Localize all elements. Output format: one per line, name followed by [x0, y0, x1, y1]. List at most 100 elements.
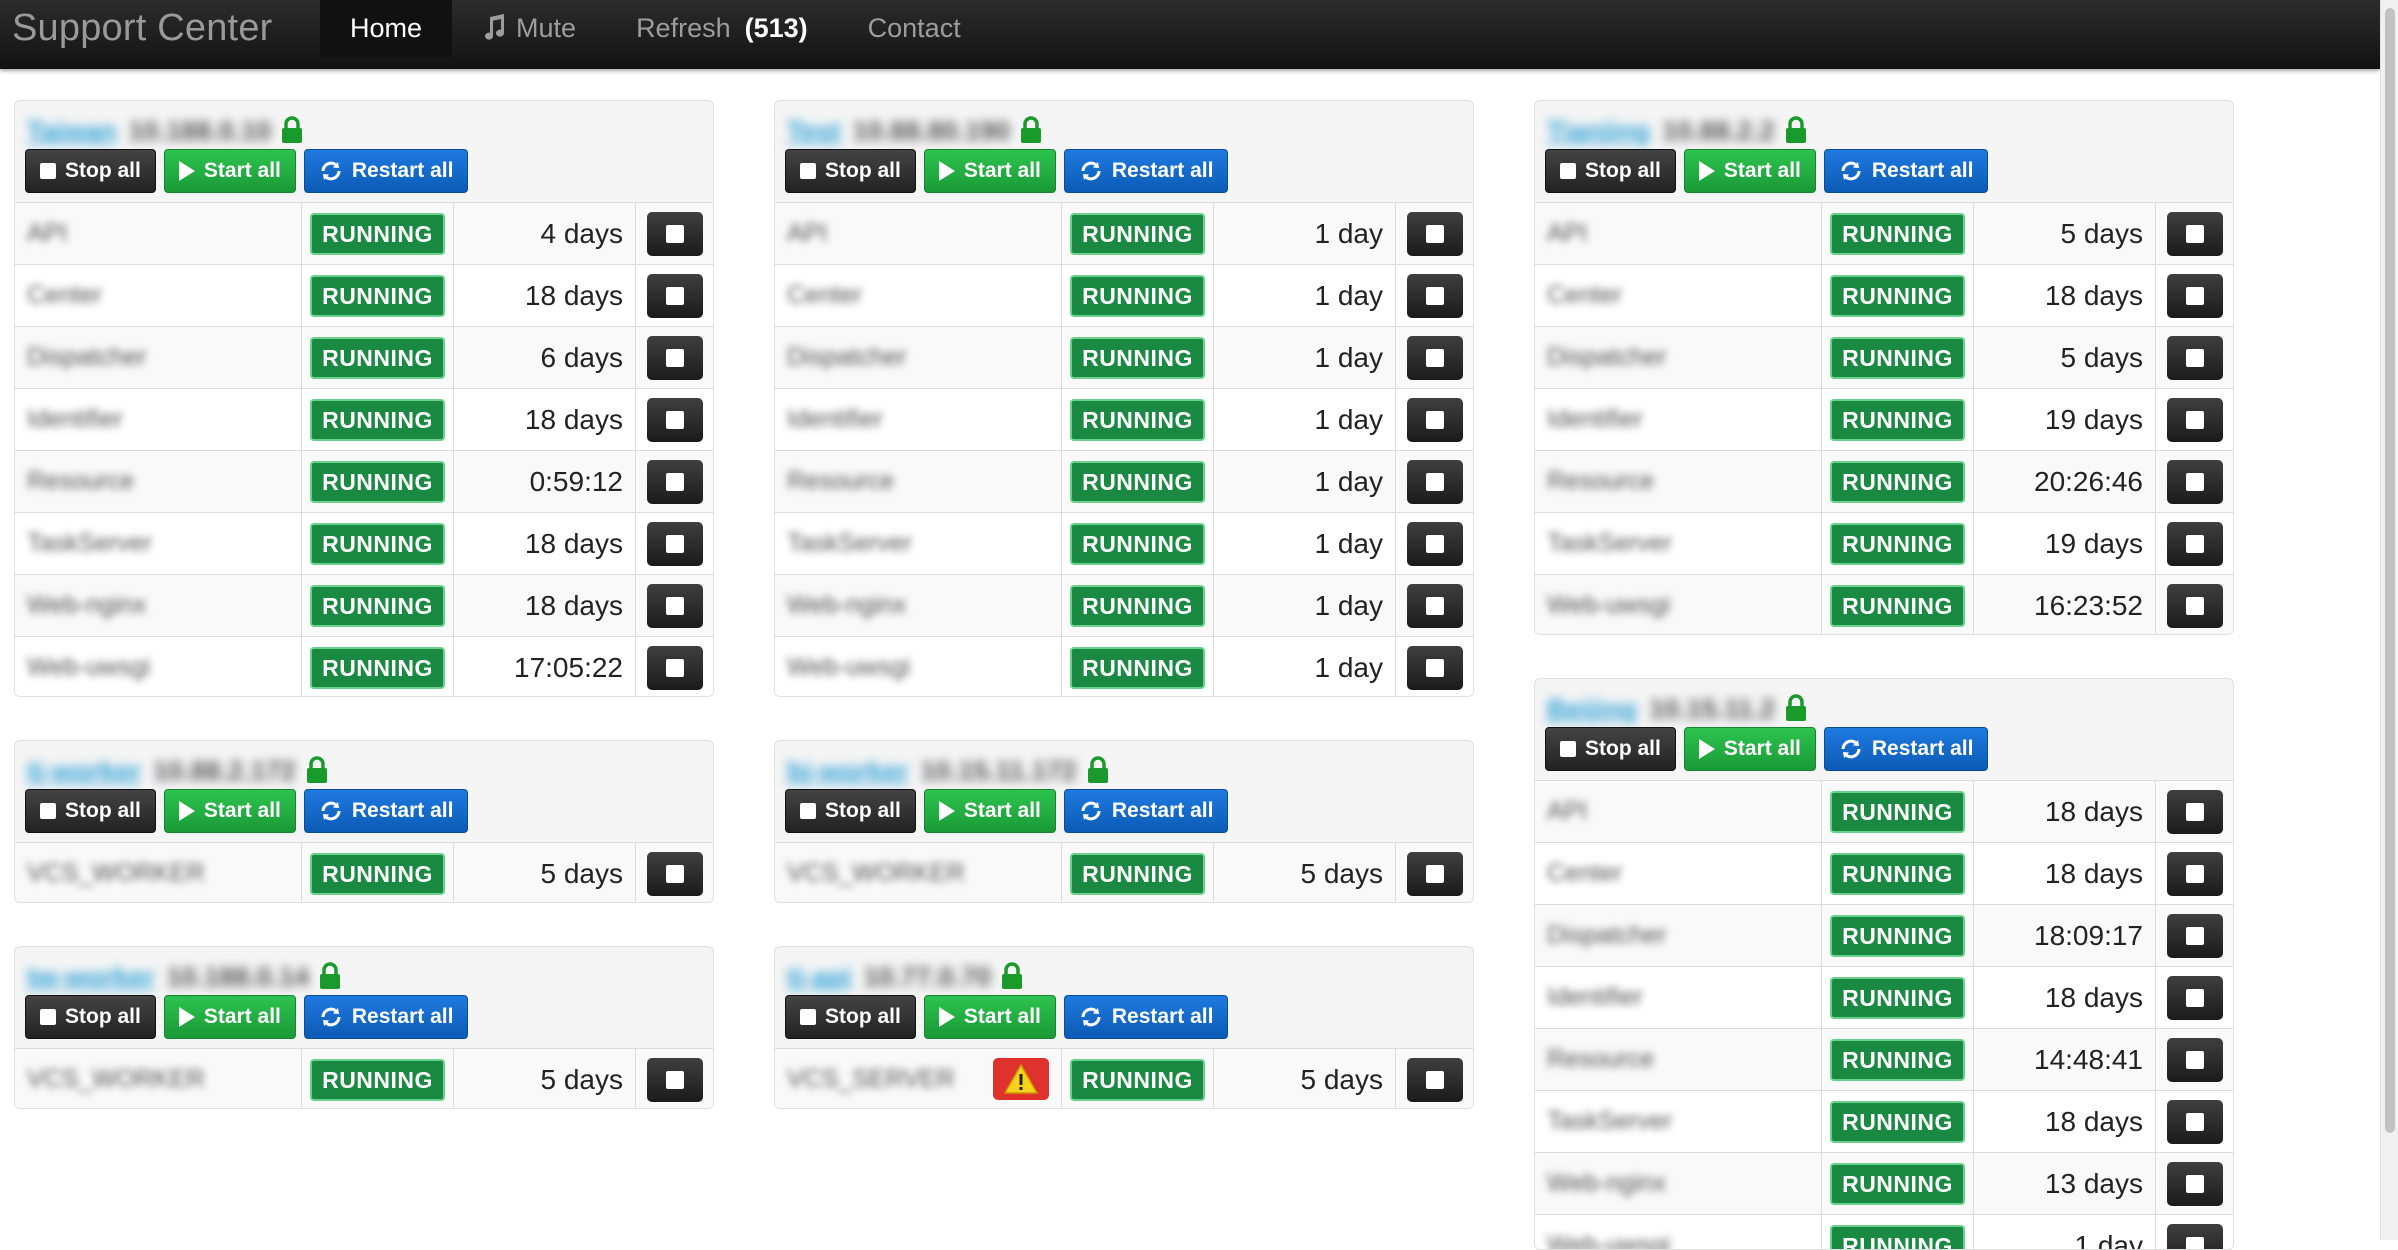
host-name-link[interactable]: tw-worker [27, 962, 155, 992]
stop-all-button[interactable]: Stop all [25, 149, 156, 193]
stop-service-button[interactable] [647, 1058, 703, 1102]
stop-all-button[interactable]: Stop all [785, 149, 916, 193]
action-cell [2155, 451, 2233, 512]
stop-service-button[interactable] [2167, 398, 2223, 442]
stop-icon [800, 163, 816, 179]
stop-service-button[interactable] [2167, 584, 2223, 628]
stop-service-button[interactable] [1407, 646, 1463, 690]
host-name-link[interactable]: Beijing [1547, 694, 1637, 724]
stop-service-button[interactable] [647, 274, 703, 318]
stop-service-button[interactable] [647, 852, 703, 896]
status-cell: RUNNING [1821, 967, 1973, 1028]
stop-service-button[interactable] [647, 522, 703, 566]
start-all-button[interactable]: Start all [164, 995, 296, 1039]
stop-service-button[interactable] [647, 398, 703, 442]
stop-service-button[interactable] [2167, 212, 2223, 256]
panel-actions: Stop allStart allRestart all [785, 995, 1228, 1039]
stop-service-button[interactable] [2167, 852, 2223, 896]
nav-mute[interactable]: Mute [452, 0, 606, 57]
uptime: 1 day [1213, 203, 1395, 264]
restart-all-button[interactable]: Restart all [1064, 789, 1229, 833]
stop-all-button[interactable]: Stop all [1545, 149, 1676, 193]
host-title: bj-worker10.15.11.172 [787, 751, 1109, 791]
stop-all-button[interactable]: Stop all [785, 789, 916, 833]
start-all-button[interactable]: Start all [164, 149, 296, 193]
restart-all-button[interactable]: Restart all [1824, 727, 1989, 771]
stop-service-button[interactable] [2167, 1224, 2223, 1250]
uptime: 18 days [453, 513, 635, 574]
panel-header: Tianjing10.88.2.2Stop allStart allRestar… [1535, 101, 2233, 202]
restart-all-button[interactable]: Restart all [304, 149, 469, 193]
stop-service-button[interactable] [2167, 976, 2223, 1020]
stop-service-button[interactable] [1407, 336, 1463, 380]
host-name-link[interactable]: bj-worker [787, 756, 909, 786]
stop-service-button[interactable] [1407, 852, 1463, 896]
restart-all-button[interactable]: Restart all [1064, 149, 1229, 193]
page-scrollbar[interactable] [2380, 0, 2398, 1240]
stop-service-button[interactable] [1407, 460, 1463, 504]
start-all-button[interactable]: Start all [924, 995, 1056, 1039]
host-name-link[interactable]: Taiwan [27, 116, 117, 146]
stop-all-button[interactable]: Stop all [25, 995, 156, 1039]
host-ip: 10.77.0.70 [864, 962, 992, 992]
top-navbar: Support Center Home Mute Refresh(513) Co… [0, 0, 2380, 69]
status-badge: RUNNING [1830, 1163, 1965, 1205]
stop-service-button[interactable] [2167, 522, 2223, 566]
stop-service-button[interactable] [2167, 336, 2223, 380]
stop-service-button[interactable] [1407, 212, 1463, 256]
nav-mute-label: Mute [516, 13, 576, 43]
restart-all-button[interactable]: Restart all [1824, 149, 1989, 193]
stop-service-button[interactable] [647, 584, 703, 628]
status-badge: RUNNING [1830, 915, 1965, 957]
stop-icon [1560, 163, 1576, 179]
host-title: tw-worker10.188.0.14 [27, 957, 341, 997]
stop-service-button[interactable] [2167, 1038, 2223, 1082]
stop-all-button[interactable]: Stop all [785, 995, 916, 1039]
host-name-link[interactable]: tj-api [787, 962, 852, 992]
stop-service-button[interactable] [647, 460, 703, 504]
host-name-link[interactable]: tj-worker [27, 756, 141, 786]
stop-service-button[interactable] [647, 336, 703, 380]
stop-service-button[interactable] [647, 646, 703, 690]
host-name-link[interactable]: Tianjing [1547, 116, 1650, 146]
restart-all-button[interactable]: Restart all [304, 995, 469, 1039]
brand-title[interactable]: Support Center [12, 0, 273, 69]
host-panel: Taiwan10.188.0.10Stop allStart allRestar… [14, 100, 714, 697]
action-cell [2155, 1029, 2233, 1090]
nav-home[interactable]: Home [320, 0, 452, 57]
start-all-button[interactable]: Start all [924, 149, 1056, 193]
host-panel: tj-worker10.88.2.172Stop allStart allRes… [14, 740, 714, 903]
stop-service-button[interactable] [1407, 1058, 1463, 1102]
stop-service-button[interactable] [2167, 914, 2223, 958]
stop-service-button[interactable] [2167, 790, 2223, 834]
service-row: CenterRUNNING1 day [775, 264, 1473, 326]
warning-button[interactable] [993, 1058, 1049, 1100]
start-all-button[interactable]: Start all [1684, 727, 1816, 771]
start-all-button[interactable]: Start all [1684, 149, 1816, 193]
stop-service-button[interactable] [2167, 274, 2223, 318]
nav-refresh[interactable]: Refresh(513) [606, 0, 838, 57]
host-name-link[interactable]: Test [787, 116, 841, 146]
status-badge: RUNNING [1830, 523, 1965, 565]
stop-service-button[interactable] [1407, 584, 1463, 628]
start-all-button[interactable]: Start all [164, 789, 296, 833]
stop-service-button[interactable] [1407, 274, 1463, 318]
stop-service-button[interactable] [2167, 1100, 2223, 1144]
play-icon [1699, 739, 1715, 759]
service-name: Web-uwsgi [775, 637, 1061, 697]
restart-all-button[interactable]: Restart all [1064, 995, 1229, 1039]
nav-contact[interactable]: Contact [838, 0, 991, 57]
stop-all-button[interactable]: Stop all [1545, 727, 1676, 771]
stop-service-button[interactable] [647, 212, 703, 256]
start-all-button[interactable]: Start all [924, 789, 1056, 833]
stop-service-button[interactable] [2167, 460, 2223, 504]
stop-all-button[interactable]: Stop all [25, 789, 156, 833]
stop-service-button[interactable] [2167, 1162, 2223, 1206]
scrollbar-thumb[interactable] [2385, 8, 2395, 1133]
stop-service-button[interactable] [1407, 398, 1463, 442]
restart-all-button[interactable]: Restart all [304, 789, 469, 833]
restart-all-label: Restart all [352, 995, 454, 1039]
stop-service-button[interactable] [1407, 522, 1463, 566]
status-cell: RUNNING [1061, 513, 1213, 574]
service-row: IdentifierRUNNING1 day [775, 388, 1473, 450]
